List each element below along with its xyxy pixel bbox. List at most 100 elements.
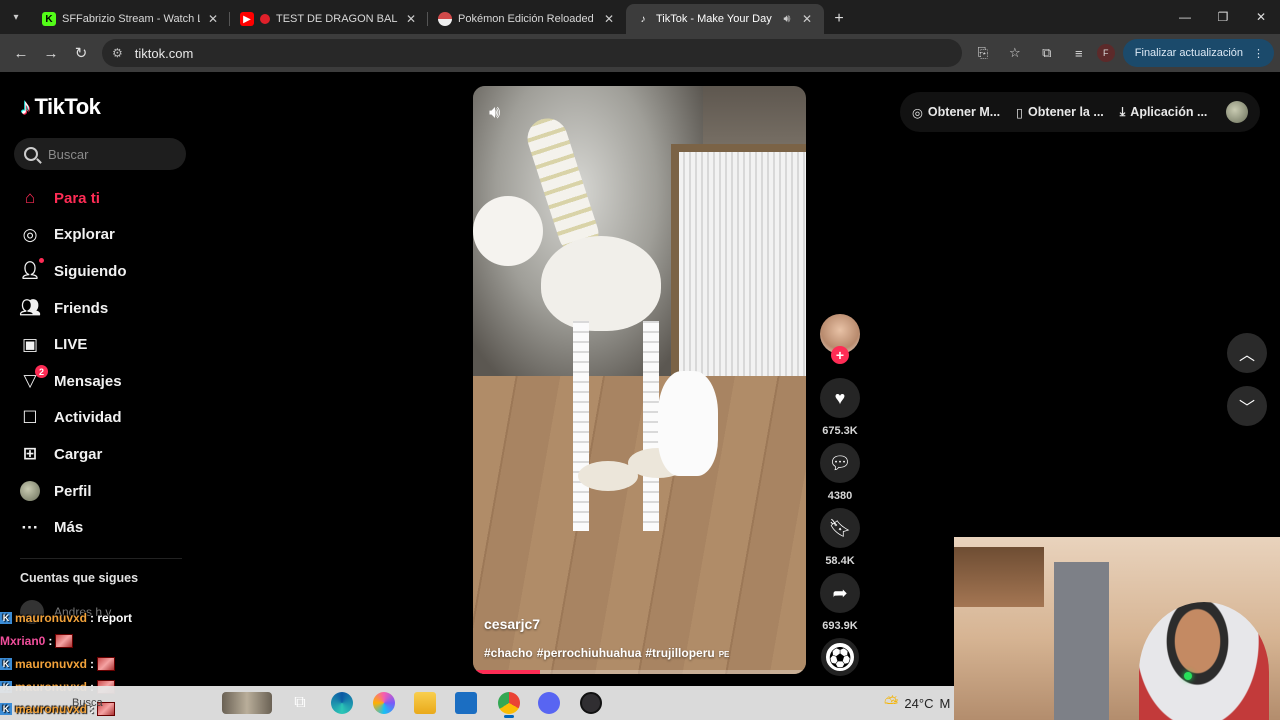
restore-icon[interactable]: ❐: [1204, 0, 1242, 34]
heart-icon: ♥: [834, 387, 846, 408]
chat-username: Mxrian0: [0, 633, 46, 648]
video-player[interactable]: 🔊︎ cesarjc7 #chacho #perrochiuhuahua #truj…: [473, 86, 806, 674]
speaker-icon[interactable]: 🔊︎: [780, 13, 794, 26]
reload-icon[interactable]: ↻: [66, 38, 96, 68]
hashtag-link[interactable]: #trujilloperu: [645, 646, 714, 660]
sidebar-item-live[interactable]: ▣ LIVE: [20, 326, 190, 363]
media-control-icon[interactable]: ≡: [1065, 39, 1093, 67]
top-links-bar: ◎ Obtener M... ▯ Obtener la ... ⤓ Aplicació…: [900, 92, 1260, 132]
sidebar-item-actividad[interactable]: ☐ Actividad: [20, 400, 190, 437]
video-author[interactable]: cesarjc7: [484, 616, 540, 632]
store-icon[interactable]: [447, 686, 485, 720]
sidebar-divider: [20, 558, 182, 559]
share-button[interactable]: ➦: [820, 573, 860, 613]
webcam-overlay: [954, 537, 1280, 720]
video-frame: [658, 371, 718, 476]
update-label: Finalizar actualización: [1134, 47, 1243, 59]
chat-text: :: [90, 656, 95, 671]
video-frame: [643, 321, 659, 531]
get-coins-link[interactable]: ◎ Obtener M...: [912, 105, 1000, 120]
kick-icon: K: [42, 12, 56, 26]
messages-icon: ▽ 2: [20, 365, 48, 391]
chat-text: : report: [90, 610, 133, 625]
address-bar[interactable]: ⚙ tiktok.com: [102, 39, 962, 67]
tiktok-icon: ♪: [640, 13, 646, 25]
link-label: Aplicación ...: [1130, 105, 1208, 119]
video-frame: [473, 196, 543, 266]
next-video-button[interactable]: ﹀: [1227, 386, 1267, 426]
sidebar-item-mas[interactable]: ··· Más: [20, 509, 190, 546]
profile-avatar[interactable]: F: [1096, 44, 1115, 62]
volume-icon[interactable]: 🔊︎: [489, 102, 500, 123]
search-input[interactable]: Buscar: [14, 138, 186, 170]
music-disc[interactable]: ⚽︎: [821, 638, 859, 676]
following-title: Cuentas que sigues: [20, 571, 139, 585]
user-avatar[interactable]: [1226, 101, 1248, 123]
previous-video-button[interactable]: ︿: [1227, 333, 1267, 373]
discord-icon[interactable]: [530, 686, 568, 720]
close-window-icon[interactable]: ✕: [1242, 0, 1280, 34]
edge-icon[interactable]: [323, 686, 361, 720]
upload-icon: ⊞: [22, 444, 38, 464]
comment-button[interactable]: 💬︎: [820, 443, 860, 483]
bookmark-star-icon[interactable]: ☆: [1001, 39, 1029, 67]
get-app-link[interactable]: ▯ Obtener la ...: [1016, 105, 1104, 120]
obs-icon[interactable]: [572, 686, 610, 720]
hashtag-link[interactable]: #perrochiuhuahua: [537, 646, 642, 660]
creator-avatar[interactable]: +: [820, 314, 860, 364]
chrome-icon[interactable]: [490, 686, 528, 720]
stream-chat-overlay: K mauronuvxd : report Mxrian0 : K mauron…: [0, 606, 180, 698]
sidebar-item-cargar[interactable]: ⊞ Cargar: [20, 436, 190, 473]
sidebar-item-para-ti[interactable]: ⌂ Para ti: [20, 180, 190, 217]
sidebar-item-mensajes[interactable]: ▽ 2 Mensajes: [20, 363, 190, 400]
soccer-ball-icon: ⚽︎: [828, 646, 851, 671]
file-explorer-icon[interactable]: [406, 686, 444, 720]
desktop-app-link[interactable]: ⤓ Aplicación ...: [1120, 105, 1208, 120]
sidebar-item-perfil[interactable]: Perfil: [20, 473, 190, 510]
bookmark-icon: 🔖︎: [828, 517, 852, 538]
browser-tab-2[interactable]: Pokémon Edición Reloaded ✕: [428, 4, 626, 34]
tab-search-button[interactable]: ▾: [0, 0, 32, 34]
action-rail: + ♥ 675.3K 💬︎ 4380 🔖︎ 58.4K ➦ 693.9K ⚽︎: [820, 314, 860, 676]
follow-plus-icon[interactable]: +: [831, 346, 849, 364]
browser-tab-3[interactable]: ♪ TikTok - Make Your Day 🔊︎ ✕: [626, 4, 824, 34]
copilot-icon[interactable]: [365, 686, 403, 720]
like-button[interactable]: ♥: [820, 378, 860, 418]
coin-icon: ◎: [912, 105, 923, 120]
webcam-frame: [1054, 562, 1109, 720]
kebab-menu-icon[interactable]: ⋮: [1253, 47, 1264, 60]
sidebar-nav: ⌂ Para ti ◎ Explorar 👤︎ Siguiendo 👥︎ Fri…: [19, 180, 190, 546]
tab-title: TEST DE DRAGON BALL 99,9: [276, 13, 398, 25]
install-app-icon[interactable]: ⎘: [969, 39, 997, 67]
following-icon: 👤︎: [19, 258, 44, 281]
chat-message: K mauronuvxd : report: [0, 606, 180, 629]
chat-username: mauronuvxd: [15, 610, 88, 625]
hashtag-link[interactable]: #chacho: [484, 646, 533, 660]
back-icon[interactable]: ←: [6, 38, 36, 68]
sidebar-item-friends[interactable]: 👥︎ Friends: [19, 290, 190, 327]
site-info-icon[interactable]: ⚙: [112, 46, 123, 60]
extensions-icon[interactable]: ⧉: [1033, 39, 1061, 67]
sidebar-item-explorar[interactable]: ◎ Explorar: [20, 217, 190, 254]
minimize-icon[interactable]: —: [1166, 0, 1204, 34]
tiktok-logo[interactable]: ♪ TikTok: [20, 94, 101, 120]
close-icon[interactable]: ✕: [602, 12, 616, 26]
task-view-icon[interactable]: ⧉: [281, 686, 319, 720]
taskbar-widget-icon[interactable]: [218, 686, 276, 720]
save-button[interactable]: 🔖︎: [820, 508, 860, 548]
messages-badge: 2: [35, 365, 48, 379]
close-icon[interactable]: ✕: [404, 12, 418, 26]
close-icon[interactable]: ✕: [800, 12, 814, 26]
video-frame: [541, 236, 661, 331]
sidebar-item-siguiendo[interactable]: 👤︎ Siguiendo: [19, 253, 190, 290]
forward-icon[interactable]: →: [36, 38, 66, 68]
browser-tab-1[interactable]: ▶ TEST DE DRAGON BALL 99,9 ✕: [230, 4, 428, 34]
video-progress-bar[interactable]: [473, 670, 806, 674]
new-tab-button[interactable]: +: [824, 4, 854, 34]
browser-tab-0[interactable]: K SFFabrizio Stream - Watch Live ✕: [32, 4, 230, 34]
taskbar-search-text[interactable]: Busca: [72, 697, 103, 709]
update-button[interactable]: Finalizar actualización ⋮: [1122, 39, 1274, 67]
youtube-icon: ▶: [240, 12, 254, 26]
close-icon[interactable]: ✕: [206, 12, 220, 26]
weather-widget[interactable]: ⛅︎ 24°C M: [884, 686, 950, 720]
